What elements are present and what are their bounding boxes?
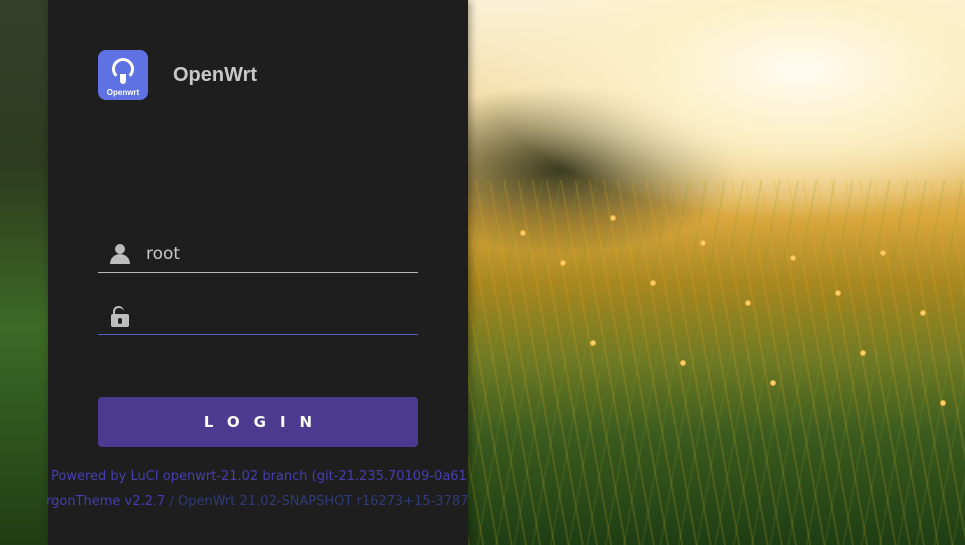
logo-text: Openwrt [106, 88, 140, 97]
background-grass [468, 180, 965, 545]
footer-versions: rgonTheme v2.2.7 / OpenWrt 21.02-SNAPSHO… [46, 494, 468, 509]
openwrt-logo: Openwrt [98, 50, 148, 100]
background-dewdrop [745, 300, 751, 306]
background-dewdrop [650, 280, 656, 286]
background-dewdrop [520, 230, 526, 236]
background-dewdrop [880, 250, 886, 256]
background-dewdrop [860, 350, 866, 356]
firmware-version: OpenWrt 21.02-SNAPSHOT r16273+15-378769b [177, 494, 468, 509]
login-panel: Openwrt OpenWrt LOGIN [48, 0, 468, 545]
password-field [98, 298, 418, 335]
background-dewdrop [770, 380, 776, 386]
background-dewdrop [940, 400, 946, 406]
background-dewdrop [560, 260, 566, 266]
footer-powered-by: Powered by LuCI openwrt-21.02 branch (gi… [51, 469, 468, 484]
background-dewdrop [920, 310, 926, 316]
background-dewdrop [590, 340, 596, 346]
background-dewdrop [610, 215, 616, 221]
username-field [98, 236, 418, 273]
user-icon [108, 242, 132, 266]
powered-by-link[interactable]: Powered by LuCI openwrt-21.02 branch (gi… [51, 469, 468, 484]
brand-header: Openwrt OpenWrt [98, 50, 257, 100]
brand-name: OpenWrt [173, 63, 258, 86]
login-button[interactable]: LOGIN [98, 397, 418, 447]
password-input[interactable] [146, 301, 418, 331]
username-input[interactable] [146, 239, 418, 269]
unlock-icon [108, 304, 132, 328]
logo-stem-shape [120, 74, 126, 84]
background-dewdrop [835, 290, 841, 296]
background-dewdrop [680, 360, 686, 366]
background-dewdrop [700, 240, 706, 246]
footer-separator: / [165, 494, 178, 509]
theme-version-link[interactable]: rgonTheme v2.2.7 [46, 494, 165, 509]
background-dewdrop [790, 255, 796, 261]
